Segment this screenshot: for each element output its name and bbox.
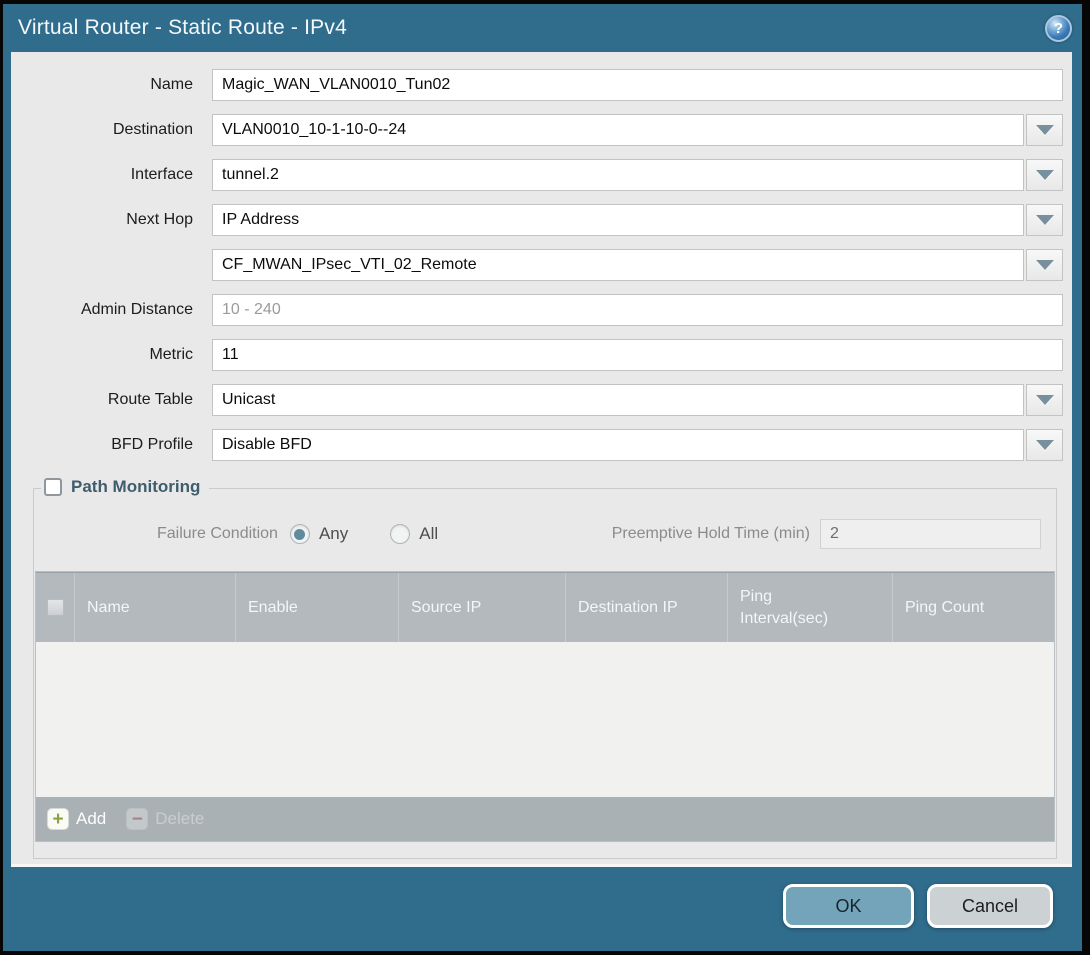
route-table-input[interactable] xyxy=(212,384,1024,416)
chevron-down-icon xyxy=(1036,170,1054,180)
column-header-ping-interval[interactable]: Ping Interval(sec) xyxy=(728,573,893,642)
static-route-dialog: Virtual Router - Static Route - IPv4 ? N… xyxy=(0,0,1090,955)
form-row-bfd-profile: BFD Profile xyxy=(11,429,1063,461)
help-glyph: ? xyxy=(1054,20,1063,37)
select-all-checkbox[interactable] xyxy=(47,599,64,616)
bfd-profile-input[interactable] xyxy=(212,429,1024,461)
path-monitoring-group: Path Monitoring Failure Condition Any Al… xyxy=(33,488,1057,859)
form-row-next-hop: Next Hop xyxy=(11,204,1063,236)
form-row-metric: Metric xyxy=(11,339,1063,371)
failure-condition-row: Failure Condition Any All Preemptive Hol… xyxy=(35,519,1041,549)
minus-icon: − xyxy=(126,808,148,830)
chevron-down-icon xyxy=(1036,260,1054,270)
path-monitoring-label: Path Monitoring xyxy=(71,477,200,497)
column-header-name[interactable]: Name xyxy=(75,573,236,642)
next-hop-address-dropdown-trigger[interactable] xyxy=(1026,249,1063,281)
next-hop-type-input[interactable] xyxy=(212,204,1024,236)
add-button[interactable]: + Add xyxy=(47,808,106,830)
name-input[interactable] xyxy=(212,69,1063,101)
dialog-titlebar: Virtual Router - Static Route - IPv4 ? xyxy=(3,4,1082,52)
route-table-dropdown-trigger[interactable] xyxy=(1026,384,1063,416)
table-toolbar: + Add − Delete xyxy=(36,797,1054,841)
form-row-name: Name xyxy=(11,69,1063,101)
table-body-empty xyxy=(36,642,1054,797)
destination-input[interactable] xyxy=(212,114,1024,146)
column-header-source-ip[interactable]: Source IP xyxy=(399,573,566,642)
dialog-body: Name Destination Interface xyxy=(11,52,1072,867)
column-header-ping-count[interactable]: Ping Count xyxy=(893,573,1054,642)
help-icon[interactable]: ? xyxy=(1045,15,1072,42)
chevron-down-icon xyxy=(1036,440,1054,450)
metric-input[interactable] xyxy=(212,339,1063,371)
preemptive-hold-time-input[interactable] xyxy=(820,519,1041,549)
ok-button[interactable]: OK xyxy=(783,884,914,928)
chevron-down-icon xyxy=(1036,215,1054,225)
form-row-interface: Interface xyxy=(11,159,1063,191)
destination-label: Destination xyxy=(11,121,203,139)
name-label: Name xyxy=(11,76,203,94)
form-row-admin-distance: Admin Distance xyxy=(11,294,1063,326)
radio-selected-dot xyxy=(294,529,305,540)
table-header-checkbox-cell xyxy=(36,573,75,642)
next-hop-dropdown-trigger[interactable] xyxy=(1026,204,1063,236)
failure-condition-all-label: All xyxy=(419,524,438,544)
dialog-title: Virtual Router - Static Route - IPv4 xyxy=(18,16,347,40)
failure-condition-any-radio[interactable] xyxy=(290,524,310,544)
admin-distance-input[interactable] xyxy=(212,294,1063,326)
column-header-destination-ip[interactable]: Destination IP xyxy=(566,573,728,642)
form-row-next-hop-address xyxy=(11,249,1063,281)
path-monitoring-checkbox[interactable] xyxy=(44,478,62,496)
interface-dropdown-trigger[interactable] xyxy=(1026,159,1063,191)
delete-button-label: Delete xyxy=(155,809,204,829)
interface-label: Interface xyxy=(11,166,203,184)
bfd-profile-label: BFD Profile xyxy=(11,436,203,454)
form-row-destination: Destination xyxy=(11,114,1063,146)
destination-dropdown-trigger[interactable] xyxy=(1026,114,1063,146)
chevron-down-icon xyxy=(1036,125,1054,135)
interface-input[interactable] xyxy=(212,159,1024,191)
path-monitoring-table: Name Enable Source IP Destination IP Pin… xyxy=(35,571,1055,842)
bfd-profile-dropdown-trigger[interactable] xyxy=(1026,429,1063,461)
failure-condition-label: Failure Condition xyxy=(157,525,278,543)
column-header-enable[interactable]: Enable xyxy=(236,573,399,642)
path-monitoring-legend: Path Monitoring xyxy=(41,477,209,497)
dialog-footer: OK Cancel xyxy=(3,867,1082,952)
plus-icon: + xyxy=(47,808,69,830)
add-button-label: Add xyxy=(76,809,106,829)
next-hop-address-input[interactable] xyxy=(212,249,1024,281)
form-row-route-table: Route Table xyxy=(11,384,1063,416)
cancel-button[interactable]: Cancel xyxy=(927,884,1053,928)
metric-label: Metric xyxy=(11,346,203,364)
failure-condition-all-radio[interactable] xyxy=(390,524,410,544)
preemptive-hold-time-label: Preemptive Hold Time (min) xyxy=(612,525,810,543)
admin-distance-label: Admin Distance xyxy=(11,301,203,319)
next-hop-label: Next Hop xyxy=(11,211,203,229)
delete-button[interactable]: − Delete xyxy=(126,808,204,830)
table-header-row: Name Enable Source IP Destination IP Pin… xyxy=(36,572,1054,642)
route-table-label: Route Table xyxy=(11,391,203,409)
failure-condition-any-label: Any xyxy=(319,524,348,544)
chevron-down-icon xyxy=(1036,395,1054,405)
